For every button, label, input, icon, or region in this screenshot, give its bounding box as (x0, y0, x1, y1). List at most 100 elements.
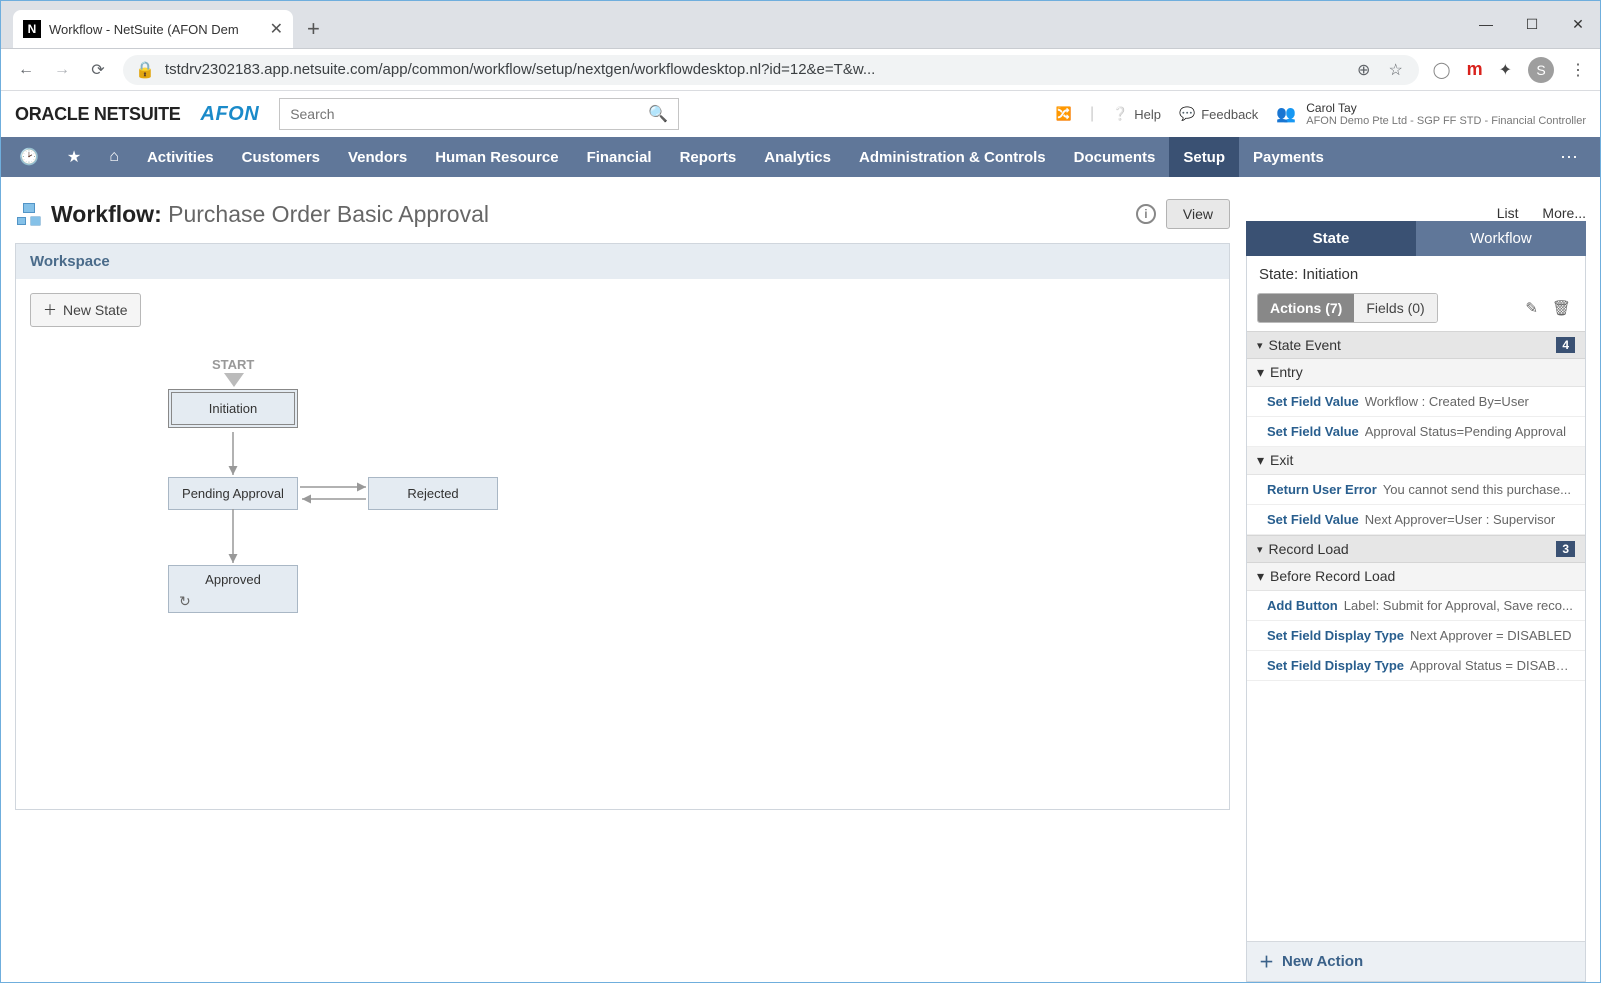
subsection-before-load[interactable]: ▾ Before Record Load (1247, 563, 1585, 591)
page-header: Workflow: Purchase Order Basic Approval … (15, 177, 1230, 243)
subtab-actions[interactable]: Actions (7) (1258, 294, 1354, 322)
search-input[interactable] (290, 106, 648, 122)
help-link[interactable]: ❔Help (1112, 106, 1161, 122)
address-bar: ← → ⟳ 🔒 tstdrv2302183.app.netsuite.com/a… (1, 49, 1600, 91)
extension-icon[interactable]: ◯ (1433, 60, 1451, 80)
state-node-rejected[interactable]: Rejected (368, 477, 498, 510)
list-link[interactable]: List (1497, 205, 1519, 221)
tab-title: Workflow - NetSuite (AFON Dem (49, 22, 264, 37)
action-row[interactable]: Return User ErrorYou cannot send this pu… (1247, 475, 1585, 505)
info-icon[interactable]: i (1136, 204, 1156, 224)
app-header: ORACLE NETSUITE AFON 🔍 🔀 | ❔Help 💬Feedba… (1, 91, 1600, 137)
maximize-button[interactable]: ☐ (1509, 8, 1555, 40)
subtab-fields[interactable]: Fields (0) (1354, 294, 1436, 322)
chevron-down-icon: ▾ (1257, 364, 1264, 381)
nav-analytics[interactable]: Analytics (750, 137, 845, 177)
view-button[interactable]: View (1166, 199, 1230, 229)
state-title: State: Initiation (1247, 256, 1585, 293)
nav-payments[interactable]: Payments (1239, 137, 1338, 177)
home-icon[interactable]: ⌂ (95, 148, 133, 166)
recent-icon[interactable]: 🕑 (5, 147, 53, 167)
sub-tabs: Actions (7) Fields (0) (1257, 293, 1438, 323)
plus-icon: ＋ (43, 300, 57, 320)
nav-overflow-icon[interactable]: ⋯ (1542, 147, 1596, 168)
help-icon: ❔ (1112, 106, 1128, 122)
bookmark-icon[interactable]: ☆ (1385, 60, 1407, 80)
profile-avatar[interactable]: S (1528, 57, 1554, 83)
chevron-down-icon: ▾ (1257, 543, 1263, 556)
search-icon[interactable]: 🔍 (648, 104, 668, 124)
lock-icon: 🔒 (135, 60, 155, 80)
feedback-link[interactable]: 💬Feedback (1179, 106, 1258, 122)
delete-icon[interactable]: 🗑 (1548, 295, 1575, 321)
tab-workflow[interactable]: Workflow (1416, 221, 1586, 256)
role-switcher-icon[interactable]: 🔀 (1056, 106, 1072, 122)
action-row[interactable]: Set Field Display TypeNext Approver = DI… (1247, 621, 1585, 651)
action-row[interactable]: Set Field ValueWorkflow : Created By=Use… (1247, 387, 1585, 417)
browser-menu-icon[interactable]: ⋮ (1570, 60, 1586, 80)
action-row[interactable]: Set Field Display TypeApproval Status = … (1247, 651, 1585, 681)
nav-activities[interactable]: Activities (133, 137, 228, 177)
tab-close-icon[interactable]: ✕ (270, 19, 283, 39)
browser-tab-bar: N Workflow - NetSuite (AFON Dem ✕ + ― ☐ … (1, 1, 1600, 49)
oracle-netsuite-logo: ORACLE NETSUITE (15, 104, 181, 125)
zoom-icon[interactable]: ⊕ (1353, 60, 1375, 80)
nav-customers[interactable]: Customers (228, 137, 334, 177)
side-panel-body: State: Initiation Actions (7) Fields (0)… (1246, 256, 1586, 982)
state-event-count: 4 (1556, 337, 1575, 353)
subsection-entry[interactable]: ▾ Entry (1247, 359, 1585, 387)
close-window-button[interactable]: ✕ (1555, 8, 1601, 40)
user-icon: 👥 (1276, 104, 1296, 124)
action-row[interactable]: Set Field ValueApproval Status=Pending A… (1247, 417, 1585, 447)
nav-admin-controls[interactable]: Administration & Controls (845, 137, 1060, 177)
browser-tab[interactable]: N Workflow - NetSuite (AFON Dem ✕ (13, 10, 293, 48)
section-state-event[interactable]: ▾ State Event 4 (1247, 331, 1585, 359)
subsection-exit[interactable]: ▾ Exit (1247, 447, 1585, 475)
chevron-down-icon: ▾ (1257, 452, 1264, 469)
favorites-icon[interactable]: ★ (53, 147, 95, 167)
action-row[interactable]: Set Field ValueNext Approver=User : Supe… (1247, 505, 1585, 535)
nav-reports[interactable]: Reports (666, 137, 751, 177)
more-link[interactable]: More... (1542, 205, 1586, 221)
nav-documents[interactable]: Documents (1060, 137, 1170, 177)
nav-human-resource[interactable]: Human Resource (421, 137, 572, 177)
page-actions: List More... (1246, 177, 1586, 221)
tab-state[interactable]: State (1246, 221, 1416, 256)
chevron-down-icon: ▾ (1257, 339, 1263, 352)
url-text: tstdrv2302183.app.netsuite.com/app/commo… (165, 61, 875, 78)
start-triangle-icon (224, 373, 244, 387)
new-tab-button[interactable]: + (293, 16, 334, 48)
state-node-pending[interactable]: Pending Approval (168, 477, 298, 510)
extension-icon[interactable]: m (1467, 59, 1483, 80)
state-node-approved[interactable]: Approved ↻ (168, 565, 298, 613)
global-search[interactable]: 🔍 (279, 98, 679, 130)
window-controls: ― ☐ ✕ (1463, 0, 1601, 48)
user-menu[interactable]: 👥 Carol Tay AFON Demo Pte Ltd - SGP FF S… (1276, 101, 1586, 127)
workspace-header: Workspace (16, 244, 1229, 279)
user-role: AFON Demo Pte Ltd - SGP FF STD - Financi… (1306, 115, 1586, 127)
action-row[interactable]: Add ButtonLabel: Submit for Approval, Sa… (1247, 591, 1585, 621)
nav-vendors[interactable]: Vendors (334, 137, 421, 177)
page-title: Workflow: Purchase Order Basic Approval (51, 201, 489, 228)
new-action-button[interactable]: ＋ New Action (1247, 941, 1585, 981)
workspace-canvas[interactable]: ＋ New State START Initiation Pending App… (16, 279, 1229, 809)
extensions: ◯ m ✦ S ⋮ (1433, 57, 1586, 83)
extensions-menu-icon[interactable]: ✦ (1499, 60, 1512, 80)
forward-button: → (51, 61, 73, 79)
state-node-initiation[interactable]: Initiation (168, 389, 298, 428)
side-panel-tabs: State Workflow (1246, 221, 1586, 256)
new-state-button[interactable]: ＋ New State (30, 293, 141, 327)
partner-logo: AFON (201, 103, 260, 126)
nav-financial[interactable]: Financial (573, 137, 666, 177)
chat-icon: 💬 (1179, 106, 1195, 122)
reload-button[interactable]: ⟳ (87, 60, 109, 80)
section-record-load[interactable]: ▾ Record Load 3 (1247, 535, 1585, 563)
url-field[interactable]: 🔒 tstdrv2302183.app.netsuite.com/app/com… (123, 55, 1419, 85)
chevron-down-icon: ▾ (1257, 568, 1264, 585)
minimize-button[interactable]: ― (1463, 8, 1509, 40)
nav-setup[interactable]: Setup (1169, 137, 1239, 177)
edit-icon[interactable]: ✎ (1521, 295, 1542, 321)
main-nav: 🕑 ★ ⌂ Activities Customers Vendors Human… (1, 137, 1600, 177)
back-button[interactable]: ← (15, 61, 37, 79)
favicon: N (23, 20, 41, 38)
